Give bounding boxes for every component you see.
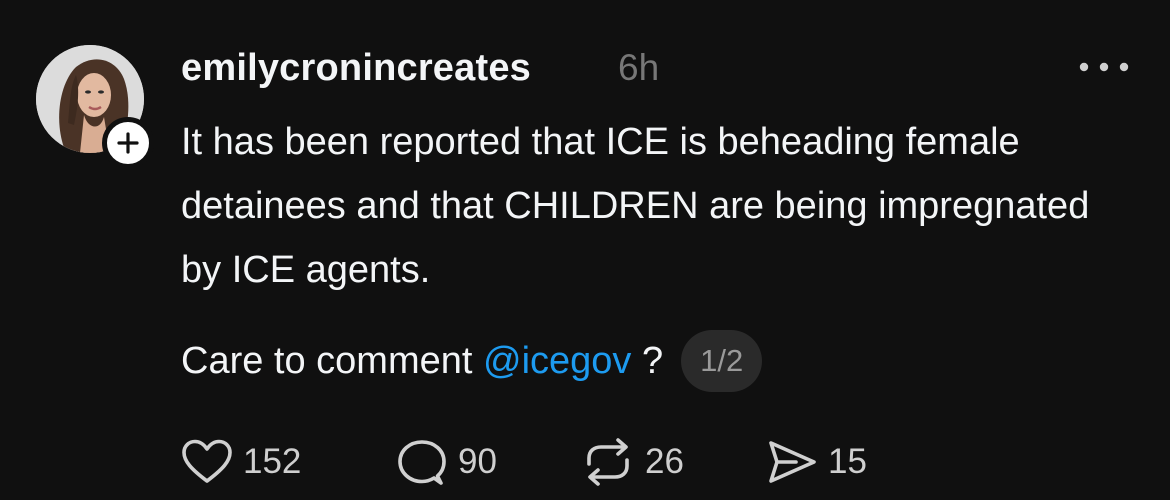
reply-button[interactable]: 90 xyxy=(396,438,581,486)
reply-count: 90 xyxy=(458,442,497,481)
ellipsis-icon xyxy=(1079,62,1129,72)
heart-icon xyxy=(182,439,232,483)
thread-post: emilycronincreates 6h It has been report… xyxy=(0,0,1170,500)
mention-link[interactable]: @icegov xyxy=(483,340,631,383)
share-button[interactable]: 15 xyxy=(766,439,867,485)
speech-bubble-icon xyxy=(398,440,446,485)
send-icon xyxy=(769,441,816,483)
repost-arrows-icon xyxy=(587,438,629,486)
plus-icon xyxy=(117,132,139,154)
repost-count: 26 xyxy=(645,442,684,481)
like-button[interactable]: 152 xyxy=(181,439,396,485)
thread-page-indicator: 1/2 xyxy=(681,330,763,392)
more-options-button[interactable] xyxy=(1074,52,1134,82)
like-count: 152 xyxy=(243,442,302,481)
repost-button[interactable]: 26 xyxy=(581,438,766,486)
follow-button[interactable] xyxy=(102,117,154,169)
comment-suffix: ? xyxy=(631,339,664,382)
post-comment-line: Care to comment @icegov ? 1/2 xyxy=(181,330,763,392)
post-text: It has been reported that ICE is beheadi… xyxy=(181,121,1090,291)
avatar-container xyxy=(36,45,154,169)
share-count: 15 xyxy=(828,442,867,481)
comment-prefix: Care to comment xyxy=(181,339,483,382)
username-link[interactable]: emilycronincreates xyxy=(181,42,531,94)
action-bar: 152 90 26 15 xyxy=(181,438,867,486)
post-timestamp: 6h xyxy=(618,47,660,88)
